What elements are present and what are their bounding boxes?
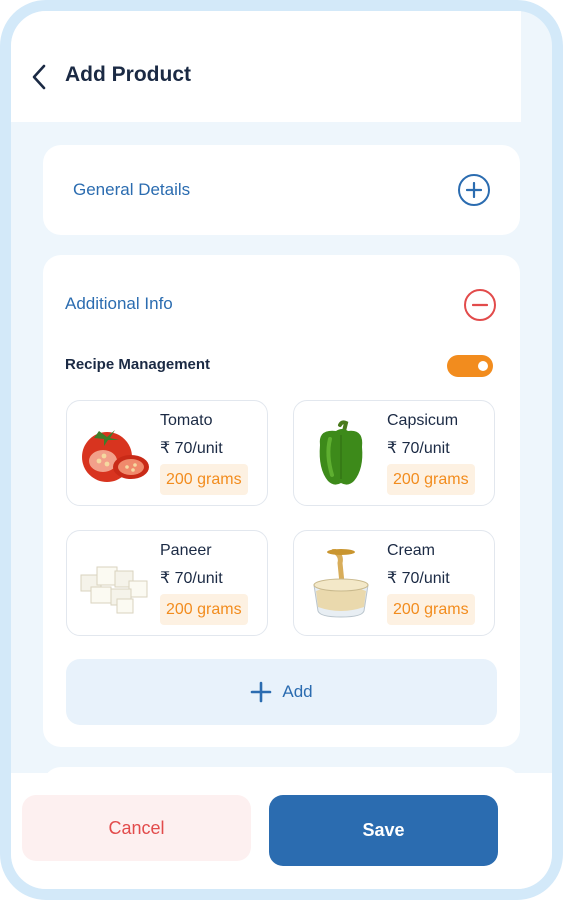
paneer-image [80,566,148,614]
ingredient-card-tomato[interactable]: Tomato ₹ 70/unit 200 grams [66,400,268,506]
header: Add Product [11,11,521,122]
plus-icon [251,681,272,703]
additional-info-section: Additional Info Recipe Management Tomato… [43,255,520,747]
ingredient-name: Cream [387,542,436,559]
toggle-knob [478,361,488,371]
ingredient-name: Tomato [160,412,213,429]
ingredient-quantity: 200 grams [387,464,475,495]
footer-actions: Cancel Save [11,773,552,889]
app-frame: Add Product General Details Additional I… [0,0,563,900]
add-ingredient-button[interactable]: Add [66,659,497,725]
chevron-left-icon [32,64,46,90]
ingredient-price: ₹ 70/unit [387,570,450,587]
plus-icon [466,182,482,198]
ingredient-price: ₹ 70/unit [160,570,223,587]
ingredient-price: ₹ 70/unit [387,440,450,457]
ingredient-price: ₹ 70/unit [160,440,223,457]
ingredient-card-paneer[interactable]: Paneer ₹ 70/unit 200 grams [66,530,268,636]
collapse-additional-button[interactable] [464,289,496,321]
ingredient-quantity: 200 grams [387,594,475,625]
cancel-button[interactable]: Cancel [22,795,251,861]
capsicum-image [319,420,363,485]
ingredient-card-cream[interactable]: Cream ₹ 70/unit 200 grams [293,530,495,636]
general-details-title: General Details [73,180,191,199]
ingredient-quantity: 200 grams [160,594,248,625]
ingredient-name: Paneer [160,542,212,559]
expand-general-button[interactable] [458,174,490,206]
ingredient-card-capsicum[interactable]: Capsicum ₹ 70/unit 200 grams [293,400,495,506]
minus-icon [472,303,488,307]
page-title: Add Product [65,63,191,86]
tomato-image [82,430,149,482]
cream-image [313,549,369,618]
ingredient-quantity: 200 grams [160,464,248,495]
general-details-section[interactable]: General Details [43,145,520,235]
save-button[interactable]: Save [269,795,498,866]
recipe-management-label: Recipe Management [65,356,211,373]
additional-info-title: Additional Info [65,294,173,313]
add-ingredient-label: Add [282,682,313,701]
recipe-management-toggle[interactable] [447,355,493,377]
ingredient-name: Capsicum [387,412,459,429]
back-button[interactable] [27,61,51,93]
